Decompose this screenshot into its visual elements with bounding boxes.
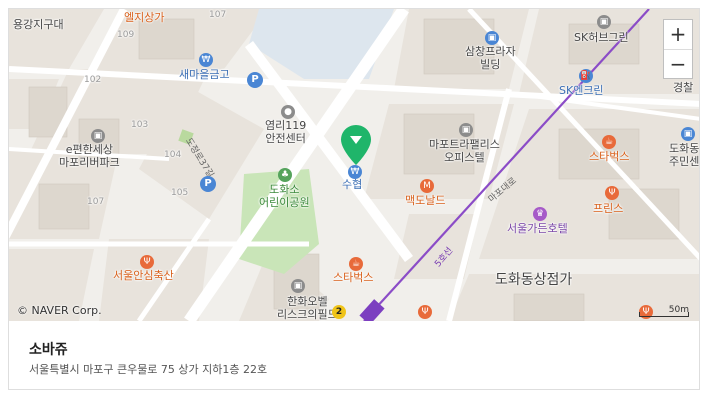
label-hanhwa: 한화오벨 리스크의필드	[277, 295, 338, 321]
label-skhub: SK허브그린	[574, 31, 629, 44]
label-seoulan: 서울안심축산	[113, 269, 174, 282]
label-prince: 프린스	[593, 202, 624, 215]
zoom-control: + −	[663, 19, 693, 79]
label-police: 경찰	[673, 81, 694, 94]
label-lot-105: 105	[171, 188, 189, 198]
restaurant-icon[interactable]: Ψ	[605, 186, 619, 200]
government-office-icon[interactable]: ▣	[681, 127, 695, 141]
label-skenc: SK엔크린	[559, 84, 604, 97]
gas-station-icon[interactable]: ⛽	[579, 69, 593, 83]
label-lot-107a: 107	[209, 10, 227, 20]
label-mapotrapalace: 마포트라팰리스 오피스텔	[429, 138, 500, 164]
place-name[interactable]: 소바쥬	[29, 339, 68, 359]
label-samchang: 삼창프라자 빌딩	[465, 45, 516, 71]
label-lot-103: 103	[131, 120, 149, 130]
label-seoulgarden: 서울가든호텔	[507, 222, 568, 235]
place-address: 서울특별시 마포구 큰우물로 75 상가 지하1층 22호	[29, 363, 268, 376]
restaurant-icon[interactable]: Ψ	[140, 255, 154, 269]
place-info: 소바쥬 서울특별시 마포구 큰우물로 75 상가 지하1층 22호	[9, 321, 699, 389]
label-yonggang: 용강지구대	[13, 18, 64, 31]
label-dohwadongsangga: 도화동상점가	[495, 272, 573, 288]
office-building-icon[interactable]: ▣	[485, 31, 499, 45]
location-marker-icon[interactable]	[340, 124, 372, 166]
restaurant-icon[interactable]: M	[420, 179, 434, 193]
subway-station-icon[interactable]: 2	[332, 305, 346, 319]
label-yeomri: 염리119 안전센터	[265, 119, 307, 145]
label-lot-107b: 107	[87, 197, 105, 207]
bank-icon[interactable]: ₩	[348, 165, 362, 179]
parking-icon[interactable]: P	[200, 176, 216, 192]
label-saemaeul: 새마을금고	[179, 68, 230, 81]
map-scale: 50m	[639, 305, 689, 317]
label-ehyeonsesang: e편한세상 마포리버파크	[59, 143, 120, 169]
map-view[interactable]: 용강지구대 엘지상가 107 109 102 103 104 105 107 ₩…	[9, 9, 700, 321]
hotel-icon[interactable]: ♛	[533, 207, 547, 221]
map-copyright: © NAVER Corp.	[17, 304, 102, 317]
place-card: 용강지구대 엘지상가 107 109 102 103 104 105 107 ₩…	[8, 8, 700, 390]
label-starbucks-1: 스타벅스	[333, 271, 374, 284]
zoom-in-button[interactable]: +	[664, 20, 692, 49]
office-building-icon[interactable]: ▣	[597, 15, 611, 29]
apartment-icon[interactable]: ▣	[91, 129, 105, 143]
office-building-icon[interactable]: ▣	[459, 123, 473, 137]
label-dohwaso: 도화소 어린이공원	[259, 183, 310, 209]
parking-icon[interactable]: P	[247, 72, 263, 88]
cafe-icon[interactable]: ☕	[602, 135, 616, 149]
label-elji: 엘지상가	[124, 11, 165, 24]
label-lot-102: 102	[84, 75, 102, 85]
fire-station-icon[interactable]: ●	[281, 105, 295, 119]
label-dohwadong-office: 도화동 주민센	[669, 142, 700, 168]
label-lot-109: 109	[117, 30, 135, 40]
label-starbucks-2: 스타벅스	[589, 150, 630, 163]
label-mcdonalds: 맥도날드	[405, 194, 446, 207]
zoom-out-button[interactable]: −	[664, 50, 692, 79]
cafe-icon[interactable]: ☕	[349, 257, 363, 271]
building-icon[interactable]: ▣	[291, 279, 305, 293]
label-lot-104: 104	[164, 150, 182, 160]
bank-icon[interactable]: ₩	[199, 53, 213, 67]
label-suhyup: 수협	[342, 178, 363, 191]
park-icon[interactable]: ♣	[278, 168, 292, 182]
scale-bar	[639, 312, 689, 317]
restaurant-icon[interactable]: Ψ	[418, 305, 432, 319]
